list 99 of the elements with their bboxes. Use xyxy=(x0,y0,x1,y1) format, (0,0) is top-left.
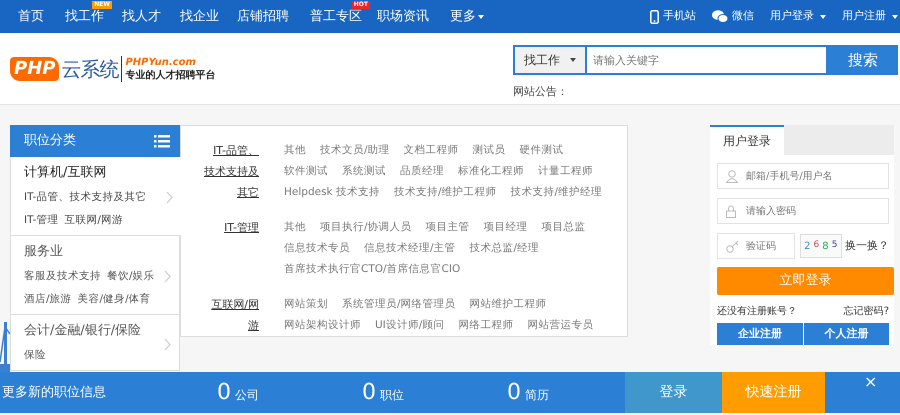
captcha-digit: 6 xyxy=(814,239,820,252)
category-name[interactable]: 服务业 xyxy=(24,243,164,261)
category-name[interactable]: 计算机/互联网 xyxy=(24,164,166,182)
captcha-image[interactable]: 2 6 8 5 xyxy=(800,234,842,258)
job-link[interactable]: 项目执行/协调人员 xyxy=(320,217,412,238)
notice-label: 网站公告： xyxy=(513,84,569,100)
job-link[interactable]: 网站架构设计师 xyxy=(284,315,361,336)
category-link[interactable]: 酒店/旅游 xyxy=(24,293,72,305)
chevron-right-icon xyxy=(164,338,171,350)
search-button[interactable]: 搜索 xyxy=(828,45,898,75)
job-link[interactable]: 网站策划 xyxy=(284,294,328,315)
nav-link[interactable]: 微信 xyxy=(712,8,754,25)
category-group[interactable]: 会计/金融/银行/保险 保险 xyxy=(10,315,180,371)
category-link[interactable]: 客服及技术支持 xyxy=(24,270,101,282)
job-link[interactable]: 信息技术经理/主管 xyxy=(364,238,456,259)
logo-slogan: 专业的人才招聘平台 xyxy=(125,68,216,82)
chat-bubbles-icon xyxy=(712,10,728,23)
category-link[interactable]: IT-管理 xyxy=(24,214,58,226)
category-group[interactable]: 服务业 客服及技术支持 餐饮/娱乐 酒店/旅游 美容/健身/体育 xyxy=(10,236,180,315)
stat-label: 简历 xyxy=(525,387,549,404)
register-button[interactable]: 个人注册 xyxy=(804,323,889,345)
stat-value: 0 xyxy=(507,379,521,407)
captcha-field[interactable]: 验证码 xyxy=(717,233,795,259)
job-link[interactable]: Helpdesk 技术支持 xyxy=(284,182,380,203)
register-prompt-link[interactable]: 还没有注册账号？ xyxy=(717,304,797,319)
subcategory-label[interactable]: IT-品管、技术支持及其它 xyxy=(203,140,259,203)
job-link[interactable]: 技术总监/经理 xyxy=(470,238,540,259)
job-link[interactable]: 项目总监 xyxy=(542,217,586,238)
nav-link[interactable]: 找工作 xyxy=(65,6,104,26)
job-link[interactable]: UI设计师/顾问 xyxy=(375,315,444,336)
forgot-password-link[interactable]: 忘记密码? xyxy=(844,304,889,319)
nav-link[interactable]: 店铺招聘 xyxy=(237,6,289,26)
nav-link[interactable]: 更多 xyxy=(450,6,484,26)
username-field[interactable]: 邮箱/手机号/用户名 xyxy=(717,163,889,189)
stat-value: 0 xyxy=(362,379,376,407)
job-link[interactable]: 网络工程师 xyxy=(458,315,514,336)
stat-value: 0 xyxy=(217,379,231,407)
job-link[interactable]: 计量工程师 xyxy=(538,161,593,182)
job-link[interactable]: 项目主管 xyxy=(426,217,470,238)
login-button[interactable]: 立即登录 xyxy=(717,267,894,295)
nav-link[interactable]: 职场资讯 xyxy=(377,6,429,26)
menu-icon[interactable] xyxy=(154,134,170,148)
subcategory-label[interactable]: 互联网/网游 xyxy=(203,294,259,336)
nav-link[interactable]: 首页 xyxy=(18,6,44,26)
category-name[interactable]: 会计/金融/银行/保险 xyxy=(24,322,164,340)
nav-link[interactable]: 用户注册 xyxy=(842,8,898,25)
job-link[interactable]: 标准化工程师 xyxy=(458,161,524,182)
job-type-select[interactable]: 找工作 xyxy=(513,45,585,75)
captcha-digit: 2 xyxy=(804,240,810,254)
promo-text: 更多新的职位信息 xyxy=(2,384,107,402)
nav-link[interactable]: 找企业 xyxy=(180,6,219,26)
register-button[interactable]: 企业注册 xyxy=(717,323,802,345)
category-link[interactable]: 互联网/网游 xyxy=(64,214,123,226)
caret-icon xyxy=(892,14,898,18)
category-group[interactable]: 计算机/互联网 IT-品管、技术支持及其它 IT-管理 互联网/网游 xyxy=(10,157,181,236)
phone-icon xyxy=(650,10,659,24)
logo-mark: PHP xyxy=(10,56,60,80)
nav-link[interactable]: 普工专区 xyxy=(310,6,362,26)
job-link[interactable]: 技术支持/维护工程师 xyxy=(394,182,496,203)
job-link[interactable]: 技术支持/维护经理 xyxy=(510,182,602,203)
job-link[interactable]: 技术文员/助理 xyxy=(320,140,390,161)
caret-icon xyxy=(570,58,576,62)
job-link[interactable]: 信息技术专员 xyxy=(284,238,350,259)
category-title: 职位分类 xyxy=(24,132,76,150)
job-link[interactable]: 网站维护工程师 xyxy=(470,294,547,315)
job-link[interactable]: 其他 xyxy=(284,140,306,161)
job-link[interactable]: 首席技术执行官CTO/首席信息官CIO xyxy=(284,259,460,280)
nav-link[interactable]: 用户登录 xyxy=(770,8,826,25)
bottom-login-button[interactable]: 登录 xyxy=(625,372,722,413)
job-link[interactable]: 测试员 xyxy=(472,140,506,161)
job-link[interactable]: 系统测试 xyxy=(342,161,386,182)
category-link[interactable]: 保险 xyxy=(24,349,46,361)
category-link[interactable]: 美容/健身/体育 xyxy=(78,293,151,305)
logo-domain: PHPYun.com xyxy=(125,56,197,68)
job-link[interactable]: 文档工程师 xyxy=(404,140,459,161)
job-link[interactable]: 系统管理员/网络管理员 xyxy=(342,294,456,315)
job-link[interactable]: 项目经理 xyxy=(484,217,528,238)
close-button[interactable]: × xyxy=(860,372,882,392)
captcha-digit: 8 xyxy=(822,240,829,254)
nav-link[interactable]: 找人才 xyxy=(122,6,161,26)
job-link[interactable]: 网站营运专员 xyxy=(527,315,594,336)
refresh-captcha-link[interactable]: 换一换？ xyxy=(845,238,889,254)
job-link[interactable]: 其他 xyxy=(284,217,306,238)
caret-icon xyxy=(820,14,826,18)
category-link[interactable]: 餐饮/娱乐 xyxy=(107,270,155,282)
captcha-digit: 5 xyxy=(832,239,838,252)
stat-label: 公司 xyxy=(235,387,259,404)
job-link[interactable]: 软件测试 xyxy=(284,161,328,182)
subcategory-label[interactable]: IT-管理 xyxy=(203,217,259,238)
stat-label: 职位 xyxy=(380,387,404,404)
chevron-right-icon xyxy=(166,191,173,204)
search-field[interactable]: 请输入关键字 xyxy=(585,45,828,75)
logo-name: 云系统 xyxy=(61,56,118,82)
job-link[interactable]: 品质经理 xyxy=(400,161,444,182)
job-link[interactable]: 硬件测试 xyxy=(520,140,564,161)
category-link[interactable]: IT-品管、技术支持及其它 xyxy=(24,191,146,203)
nav-link[interactable]: 手机站 xyxy=(650,8,696,25)
chevron-right-icon xyxy=(164,270,171,283)
password-field[interactable]: 请输入密码 xyxy=(717,198,889,224)
